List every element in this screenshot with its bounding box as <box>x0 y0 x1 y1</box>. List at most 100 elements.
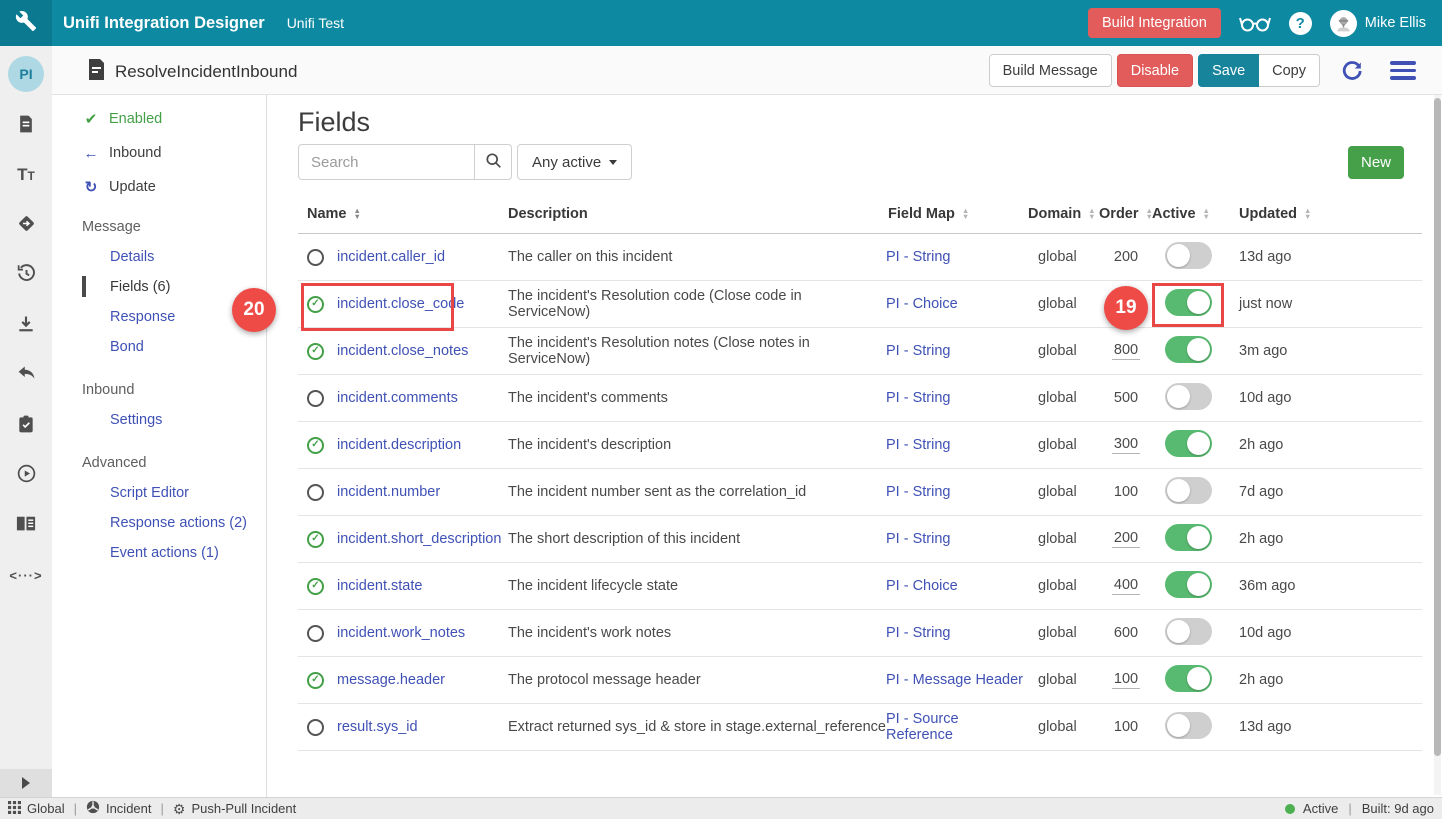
nav-item-response[interactable]: Response <box>52 305 266 329</box>
field-map-link[interactable]: PI - String <box>886 531 950 547</box>
col-header-updated[interactable]: Updated▲▼ <box>1226 206 1422 222</box>
active-toggle[interactable] <box>1165 571 1212 598</box>
nav-item-fields[interactable]: Fields (6) <box>52 275 266 299</box>
sidebar-collapse-button[interactable] <box>0 769 52 797</box>
field-name-link[interactable]: incident.short_description <box>337 531 501 547</box>
field-map-link[interactable]: PI - Choice <box>886 578 958 594</box>
field-order[interactable]: 100 <box>1112 484 1140 501</box>
field-map-link[interactable]: PI - String <box>886 390 950 406</box>
nav-item-event-actions[interactable]: Event actions (1) <box>52 541 266 565</box>
active-filter-dropdown[interactable]: Any active <box>517 144 632 180</box>
active-toggle[interactable] <box>1165 524 1212 551</box>
field-name-link[interactable]: incident.description <box>337 437 461 453</box>
vertical-scrollbar[interactable] <box>1434 95 1441 795</box>
field-order[interactable]: 600 <box>1112 625 1140 642</box>
field-map-link[interactable]: PI - Source Reference <box>886 711 959 743</box>
help-icon[interactable]: ? <box>1289 12 1312 35</box>
field-map-link[interactable]: PI - Choice <box>886 296 958 312</box>
app-title: Unifi Integration Designer <box>63 14 265 33</box>
build-integration-button[interactable]: Build Integration <box>1088 8 1221 38</box>
active-toggle[interactable] <box>1165 336 1212 363</box>
field-order[interactable]: 800 <box>1112 342 1140 360</box>
field-map-link[interactable]: PI - String <box>886 625 950 641</box>
active-toggle[interactable] <box>1165 665 1212 692</box>
user-menu[interactable]: Mike Ellis <box>1330 10 1426 37</box>
sidebar-item-reply[interactable] <box>11 363 41 387</box>
field-order[interactable]: 100 <box>1112 671 1140 689</box>
field-order[interactable]: 200 <box>1112 530 1140 548</box>
nav-item-details[interactable]: Details <box>52 245 266 269</box>
field-order[interactable]: 400 <box>1112 577 1140 595</box>
sidebar-item-download[interactable] <box>11 313 41 337</box>
active-toggle[interactable] <box>1165 430 1212 457</box>
sidebar-item-history[interactable] <box>11 263 41 287</box>
active-toggle[interactable] <box>1165 477 1212 504</box>
search-input[interactable] <box>298 144 474 180</box>
field-map-link[interactable]: PI - String <box>886 249 950 265</box>
nav-status-enabled[interactable]: ✔ Enabled <box>52 107 266 131</box>
field-name-link[interactable]: incident.number <box>337 484 440 500</box>
copy-button[interactable]: Copy <box>1259 54 1320 87</box>
active-toggle[interactable] <box>1165 618 1212 645</box>
field-name-link[interactable]: incident.state <box>337 578 422 594</box>
sidebar-item-tasks[interactable] <box>11 413 41 437</box>
sidebar-item-document[interactable] <box>11 113 41 137</box>
active-toggle[interactable] <box>1165 383 1212 410</box>
field-name-link[interactable]: result.sys_id <box>337 719 418 735</box>
field-name-link[interactable]: incident.work_notes <box>337 625 465 641</box>
sidebar-item-directions[interactable] <box>11 213 41 237</box>
col-header-name[interactable]: Name▲▼ <box>298 206 508 222</box>
refresh-icon: ↻ <box>82 178 100 196</box>
field-map-link[interactable]: PI - String <box>886 437 950 453</box>
new-field-button[interactable]: New <box>1348 146 1404 179</box>
field-name-link[interactable]: incident.close_notes <box>337 343 468 359</box>
reply-icon <box>16 363 37 387</box>
nav-status-update[interactable]: ↻ Update <box>52 175 266 199</box>
col-header-order[interactable]: Order▲▼ <box>1100 206 1152 222</box>
col-header-active[interactable]: Active▲▼ <box>1152 206 1226 222</box>
search-button[interactable] <box>474 144 512 180</box>
build-message-button[interactable]: Build Message <box>989 54 1112 87</box>
field-order[interactable]: 500 <box>1112 390 1140 407</box>
field-order[interactable]: 100 <box>1112 719 1140 736</box>
sidebar-item-fields[interactable]: TT <box>11 163 41 187</box>
sort-icon: ▲▼ <box>1203 208 1210 220</box>
field-map-link[interactable]: PI - String <box>886 484 950 500</box>
nav-item-settings[interactable]: Settings <box>52 408 266 432</box>
nav-item-bond[interactable]: Bond <box>52 335 266 359</box>
scrollbar-thumb[interactable] <box>1434 98 1441 756</box>
field-name-link[interactable]: incident.close_code <box>337 296 464 312</box>
hamburger-menu-icon[interactable] <box>1390 61 1416 80</box>
field-domain: global <box>1028 296 1100 312</box>
refresh-button[interactable] <box>1340 59 1364 83</box>
spectacles-icon[interactable] <box>1239 13 1271 33</box>
col-header-description[interactable]: Description <box>508 206 886 222</box>
field-map-link[interactable]: PI - Message Header <box>886 672 1023 688</box>
field-name-link[interactable]: message.header <box>337 672 445 688</box>
sidebar-item-docs[interactable] <box>11 513 41 537</box>
nav-status-inbound[interactable]: ← Inbound <box>52 141 266 165</box>
sidebar-item-code[interactable]: <···> <box>11 563 41 587</box>
field-order[interactable]: 300 <box>1112 436 1140 454</box>
active-toggle[interactable] <box>1165 712 1212 739</box>
field-map-link[interactable]: PI - String <box>886 343 950 359</box>
active-toggle[interactable] <box>1165 289 1212 316</box>
col-header-field-map[interactable]: Field Map▲▼ <box>886 206 1028 222</box>
process-selector[interactable]: ⚙ Push-Pull Incident <box>173 801 296 816</box>
integration-selector[interactable]: Incident <box>86 800 152 817</box>
field-order[interactable] <box>1124 307 1128 308</box>
nav-item-response-actions[interactable]: Response actions (2) <box>52 511 266 535</box>
save-button[interactable]: Save <box>1198 54 1259 87</box>
nav-item-script-editor[interactable]: Script Editor <box>52 481 266 505</box>
workspace-name[interactable]: Unifi Test <box>287 15 344 31</box>
app-logo[interactable] <box>0 0 52 46</box>
active-toggle[interactable] <box>1165 242 1212 269</box>
field-name-link[interactable]: incident.caller_id <box>337 249 445 265</box>
field-domain: global <box>1028 578 1100 594</box>
field-name-link[interactable]: incident.comments <box>337 390 458 406</box>
col-header-domain[interactable]: Domain▲▼ <box>1028 206 1100 222</box>
sidebar-item-run[interactable] <box>11 463 41 487</box>
scope-selector[interactable]: Global <box>8 801 65 817</box>
field-order[interactable]: 200 <box>1112 249 1140 266</box>
disable-button[interactable]: Disable <box>1117 54 1193 87</box>
